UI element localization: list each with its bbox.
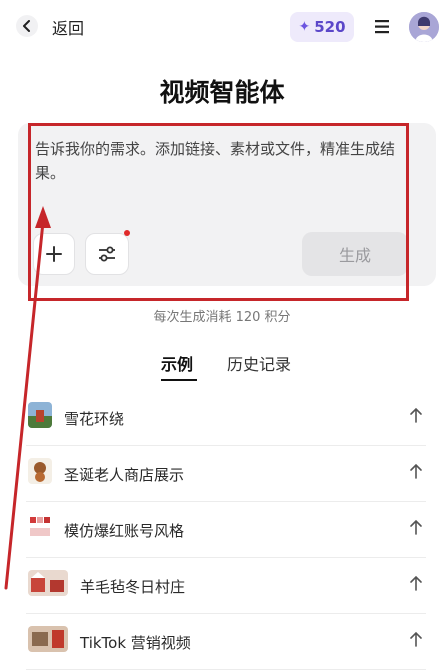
menu-icon[interactable]	[372, 17, 392, 37]
back-button[interactable]	[16, 15, 38, 37]
top-bar: 返回 ✦ 520	[0, 0, 444, 54]
thumbnail-tiktok-marketing	[28, 626, 68, 652]
thumbnail-snowflakes	[28, 402, 52, 428]
list-item-felt-village[interactable]: 羊毛毡冬日村庄	[26, 558, 426, 614]
credits-count: 520	[314, 18, 346, 36]
thumbnail-viral-style	[28, 514, 52, 540]
arrow-up-icon[interactable]	[409, 519, 423, 535]
page-title: 视频智能体	[159, 78, 285, 107]
arrow-up-icon[interactable]	[409, 575, 423, 591]
arrow-up-icon[interactable]	[409, 463, 423, 479]
list-item-label: TikTok 营销视频	[80, 634, 191, 652]
credits-badge[interactable]: ✦ 520	[290, 12, 354, 42]
arrow-up-icon[interactable]	[409, 407, 423, 423]
list-item-label: 羊毛毡冬日村庄	[80, 578, 186, 596]
tab-history[interactable]: 历史记录	[227, 351, 291, 375]
list-item-label: 圣诞老人商店展示	[64, 466, 185, 484]
avatar[interactable]	[409, 12, 439, 42]
tab-examples[interactable]: 示例	[161, 351, 193, 375]
avatar-image	[409, 12, 439, 42]
arrow-up-icon[interactable]	[409, 631, 423, 647]
cost-note: 每次生成消耗 120 积分	[153, 310, 291, 325]
back-label[interactable]: 返回	[52, 15, 84, 39]
list-item-tiktok-marketing[interactable]: TikTok 营销视频	[26, 614, 426, 670]
thumbnail-felt-village	[28, 570, 68, 596]
thumbnail-santa-shop	[28, 458, 52, 484]
sparkle-icon: ✦	[298, 19, 311, 35]
list-item-label: 模仿爆红账号风格	[64, 522, 185, 540]
list-item-santa-shop[interactable]: 圣诞老人商店展示	[26, 446, 426, 502]
list-item-label: 雪花环绕	[64, 410, 125, 428]
chevron-left-icon	[23, 20, 30, 32]
active-tab-indicator	[161, 379, 197, 381]
list-item-snowflakes[interactable]: 雪花环绕	[26, 390, 426, 446]
list-item-viral-style[interactable]: 模仿爆红账号风格	[26, 502, 426, 558]
annotation-highlight-box	[28, 123, 409, 301]
